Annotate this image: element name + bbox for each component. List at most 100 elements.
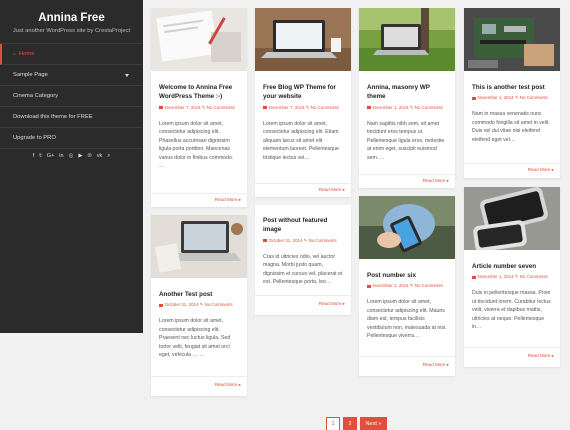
post-thumbnail[interactable] [151, 215, 247, 278]
comment-icon: ✎ [514, 274, 519, 280]
post-title[interactable]: Annina, masonry WP theme [367, 83, 447, 102]
post-title[interactable]: Welcome to Annina Free WordPress Theme :… [159, 83, 239, 102]
post-date[interactable]: November 1, 2014 [373, 105, 409, 110]
comment-icon: ✎ [514, 95, 519, 101]
post-date[interactable]: November 7, 2014 [269, 105, 305, 110]
comment-icon: ✎ [303, 237, 308, 243]
menu-item-label: Sample Page [13, 72, 48, 78]
post-excerpt: Nam sagittis nibh sem, sit amet tincidun… [367, 120, 445, 161]
post-comments[interactable]: No Comments [520, 274, 548, 279]
post-comments[interactable]: No Comments [205, 302, 233, 307]
post-thumbnail[interactable] [464, 8, 560, 71]
page-2-link[interactable]: 2 [343, 417, 357, 430]
post-date[interactable]: November 7, 2014 [165, 105, 201, 110]
calendar-icon [367, 284, 371, 289]
post-date[interactable]: November 1, 2014 [478, 274, 514, 279]
chevron-down-icon[interactable] [125, 74, 129, 77]
post-meta: November 1, 2014 ✎ No Comments [367, 105, 447, 111]
calendar-icon [472, 275, 476, 280]
divider [151, 193, 247, 194]
search-icon[interactable]: ⌕ [107, 153, 110, 160]
post-title[interactable]: Post without featured image [263, 216, 343, 235]
linkedin-icon[interactable]: in [59, 153, 63, 160]
post-card: Post number six November 1, 2014 ✎ No Co… [359, 196, 455, 376]
facebook-icon[interactable]: f [33, 153, 35, 160]
comment-icon: ✎ [199, 302, 204, 308]
divider [464, 347, 560, 348]
read-more-link[interactable]: Read More ▸ [528, 167, 554, 173]
menu-item-home[interactable]: ⌂ Home [0, 44, 143, 65]
site-description: Just another WordPress site by CrestaPro… [12, 28, 131, 34]
post-card: Annina, masonry WP theme November 1, 201… [359, 8, 455, 188]
menu-item-label: Cinema Category [13, 93, 59, 99]
post-comments[interactable]: No Comments [311, 105, 339, 110]
main-menu: ⌂ Home Sample Page Cinema Category Downl… [0, 43, 143, 149]
site-title[interactable]: Annina Free [0, 12, 143, 24]
post-thumbnail[interactable] [151, 8, 247, 71]
divider [255, 183, 351, 184]
vk-icon[interactable]: vk [97, 153, 103, 160]
read-more-link[interactable]: Read More ▸ [319, 301, 345, 307]
post-meta: November 7, 2014 ✎ No Comments [159, 105, 239, 111]
next-page-button[interactable]: Next » [360, 417, 387, 430]
comment-icon: ✎ [305, 104, 310, 110]
post-title[interactable]: This is another test post [472, 83, 552, 92]
post-card: Free Blog WP Theme for your website Nove… [255, 8, 351, 197]
post-meta: November 1, 2014 ✎ No Comments [472, 95, 552, 101]
menu-item-upgrade[interactable]: Upgrade to PRO [0, 128, 143, 149]
post-comments[interactable]: No Comments [309, 238, 337, 243]
calendar-icon [263, 238, 267, 243]
post-card: This is another test post November 1, 20… [464, 8, 560, 178]
instagram-icon[interactable]: ◎ [69, 153, 74, 160]
post-excerpt: Lorem ipsum dolor sit amet, consectetur … [367, 299, 447, 340]
menu-item-label: Upgrade to PRO [13, 135, 56, 141]
read-more-link[interactable]: Read More ▸ [215, 382, 241, 388]
calendar-icon [367, 105, 371, 110]
post-comments[interactable]: No Comments [415, 105, 443, 110]
post-comments[interactable]: No Comments [415, 283, 443, 288]
google-plus-icon[interactable]: G+ [47, 153, 55, 160]
post-date[interactable]: October 31, 2014 [165, 302, 199, 307]
post-meta: November 1, 2014 ✎ No Comments [472, 274, 552, 280]
post-meta: October 31, 2014 ✎ No Comments [263, 238, 343, 244]
post-meta: November 7, 2014 ✎ No Comments [263, 105, 343, 111]
post-title[interactable]: Article number seven [472, 262, 552, 271]
divider [359, 174, 455, 175]
read-more-link[interactable]: Read More ▸ [215, 197, 241, 203]
twitter-icon[interactable]: 𝕥 [39, 153, 42, 160]
pagination: 1 2 Next » [326, 417, 387, 430]
page-current: 1 [326, 417, 340, 430]
menu-item-download[interactable]: Download this theme for FREE [0, 107, 143, 128]
post-comments[interactable]: No Comments [520, 95, 548, 100]
post-date[interactable]: November 1, 2014 [373, 283, 409, 288]
pinterest-icon[interactable]: ℗ [88, 153, 92, 160]
post-excerpt: Lorem ipsum dolor sit amet, consectetur … [159, 120, 234, 169]
post-title[interactable]: Another Test post [159, 290, 239, 299]
post-comments[interactable]: No Comments [207, 105, 235, 110]
menu-item-label: Home [19, 51, 35, 57]
post-excerpt: Nam in massa venenatis nunc commodo frin… [472, 111, 550, 143]
social-icons: f 𝕥 G+ in ◎ ▶ ℗ vk ⌕ [0, 153, 143, 160]
post-thumbnail[interactable] [255, 8, 351, 71]
calendar-icon [159, 105, 163, 110]
divider [255, 295, 351, 296]
post-meta: November 1, 2014 ✎ No Comments [367, 283, 447, 289]
post-date[interactable]: November 1, 2014 [478, 95, 514, 100]
post-card: Welcome to Annina Free WordPress Theme :… [151, 8, 247, 207]
sidebar: Annina Free Just another WordPress site … [0, 0, 143, 333]
read-more-link[interactable]: Read More ▸ [319, 187, 345, 193]
post-thumbnail[interactable] [359, 196, 455, 259]
post-card: Post without featured image October 31, … [255, 205, 351, 315]
read-more-link[interactable]: Read More ▸ [528, 353, 554, 359]
read-more-link[interactable]: Read More ▸ [423, 178, 449, 184]
youtube-icon[interactable]: ▶ [78, 153, 82, 160]
post-title[interactable]: Post number six [367, 271, 447, 280]
menu-item-sample-page[interactable]: Sample Page [0, 65, 143, 86]
post-date[interactable]: October 31, 2014 [269, 238, 303, 243]
post-thumbnail[interactable] [464, 187, 560, 250]
read-more-link[interactable]: Read More ▸ [423, 362, 449, 368]
calendar-icon [472, 96, 476, 101]
post-title[interactable]: Free Blog WP Theme for your website [263, 83, 343, 102]
post-thumbnail[interactable] [359, 8, 455, 71]
menu-item-cinema-category[interactable]: Cinema Category [0, 86, 143, 107]
